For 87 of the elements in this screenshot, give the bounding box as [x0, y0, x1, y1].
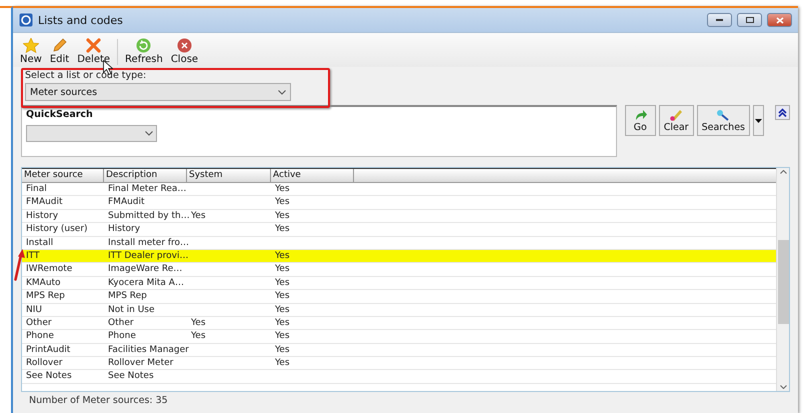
- search-panel-button[interactable]: Searches: [696, 105, 750, 136]
- column-header[interactable]: Active: [271, 169, 354, 182]
- toolbar-button[interactable]: Close: [168, 38, 202, 65]
- scroll-down-icon: [780, 385, 786, 389]
- table-cell-text: Rollover Meter: [107, 357, 174, 370]
- table-cell-text: FMAudit: [107, 196, 146, 209]
- table-cell-text: Other: [25, 316, 53, 330]
- table-cell-text: Phone: [107, 330, 137, 343]
- table-cell-text: KMAuto: [25, 276, 62, 290]
- column-header[interactable]: Meter source: [22, 169, 104, 182]
- dropdown-arrow-button[interactable]: [753, 105, 764, 136]
- table-cell-text: Yes: [274, 290, 291, 303]
- table-cell-text: Yes: [274, 250, 291, 262]
- table-cell-text: Yes: [274, 330, 291, 343]
- table-cell-text: NIU: [25, 304, 43, 316]
- app-logo-icon: [19, 13, 33, 27]
- eraser-icon: [669, 108, 684, 121]
- scroll-up-icon: [780, 170, 786, 174]
- search-icon: [716, 108, 730, 120]
- table-cell-text: Yes: [274, 183, 291, 196]
- annotation-arrow: [14, 249, 25, 281]
- table-cell-text: Kyocera Mita A…: [107, 276, 185, 290]
- table-cell-text: IWRemote: [25, 263, 74, 276]
- column-header[interactable]: Description: [104, 169, 187, 182]
- scrollbar[interactable]: [776, 168, 789, 391]
- table-cell-text: History (user): [25, 223, 89, 236]
- search-panel-button[interactable]: Clear: [658, 105, 694, 136]
- table-cell-text: Yes: [274, 304, 291, 316]
- toolbar-button[interactable]: Edit: [46, 38, 72, 65]
- close-icon: [176, 38, 192, 53]
- minimize-button[interactable]: [707, 13, 732, 27]
- list-type-dropdown[interactable]: Meter sources: [25, 83, 291, 101]
- dropdown-arrow-icon: [755, 118, 762, 122]
- go-arrow-icon: [634, 108, 647, 120]
- toolbar-button[interactable]: Delete: [74, 38, 114, 65]
- maximize-button[interactable]: [737, 13, 762, 27]
- chevron-down-icon: [145, 131, 153, 136]
- table-cell-text: Install: [25, 236, 54, 249]
- table-cell-text: Facilities Manager: [107, 344, 187, 356]
- pencil-icon: [52, 38, 67, 53]
- table-cell-text: Yes: [274, 276, 291, 290]
- table-cell-text: Yes: [274, 316, 291, 330]
- toolbar-button[interactable]: New: [17, 38, 45, 65]
- table-cell-text: Install meter fro…: [107, 236, 187, 249]
- table-cell-text: Yes: [190, 330, 207, 343]
- table-cell-text: History: [25, 210, 60, 222]
- table-cell-text: See Notes: [25, 370, 73, 383]
- double-chevron-up-icon: [778, 108, 787, 117]
- table-cell-text: Yes: [190, 210, 207, 222]
- quicksearch-title: QuickSearch: [26, 109, 94, 120]
- table-cell-text: Final Meter Rea…: [107, 183, 187, 196]
- delete-icon: [86, 38, 102, 53]
- minimize-icon: [716, 19, 723, 21]
- close-icon: [776, 16, 784, 24]
- collapse-button[interactable]: [775, 105, 790, 120]
- table-cell-text: Other: [107, 316, 135, 330]
- table-cell-text: FMAudit: [25, 196, 64, 209]
- table-cell-text: Submitted by th…: [107, 210, 187, 222]
- table-cell-text: Rollover: [25, 357, 64, 370]
- table-cell-text: Final: [25, 183, 48, 196]
- record-count: Number of Meter sources: 35: [28, 394, 169, 408]
- table-cell-text: ITT Dealer provi…: [107, 250, 187, 262]
- table-cell-text: Yes: [190, 316, 207, 330]
- table-cell-text: ITT: [25, 250, 40, 262]
- table-cell-text: Yes: [274, 210, 291, 222]
- maximize-icon: [746, 17, 754, 23]
- table-cell-text: Not in Use: [107, 304, 156, 316]
- window-title: Lists and codes: [38, 14, 124, 26]
- table-cell-text: Yes: [274, 357, 291, 370]
- table-cell-text: Yes: [274, 263, 291, 276]
- table-cell-text: PrintAudit: [25, 344, 72, 356]
- column-header[interactable]: System: [187, 169, 271, 182]
- table-cell-text: Yes: [274, 223, 291, 236]
- table-cell-text: MPS Rep: [25, 290, 66, 303]
- table-cell-text: See Notes: [107, 370, 155, 383]
- search-panel-button[interactable]: Go: [624, 105, 656, 136]
- chevron-down-icon: [278, 90, 286, 94]
- table-cell-text: Yes: [274, 196, 291, 209]
- close-button[interactable]: [767, 13, 792, 27]
- table-cell-text: Phone: [25, 330, 55, 343]
- table-cell-text: Yes: [274, 344, 291, 356]
- refresh-icon: [136, 38, 152, 53]
- table-cell-text: ImageWare Re…: [107, 263, 184, 276]
- table-cell-text: MPS Rep: [107, 290, 148, 303]
- star-icon: [22, 38, 39, 53]
- toolbar-button[interactable]: Refresh: [122, 38, 166, 65]
- table-cell-text: History: [107, 223, 142, 236]
